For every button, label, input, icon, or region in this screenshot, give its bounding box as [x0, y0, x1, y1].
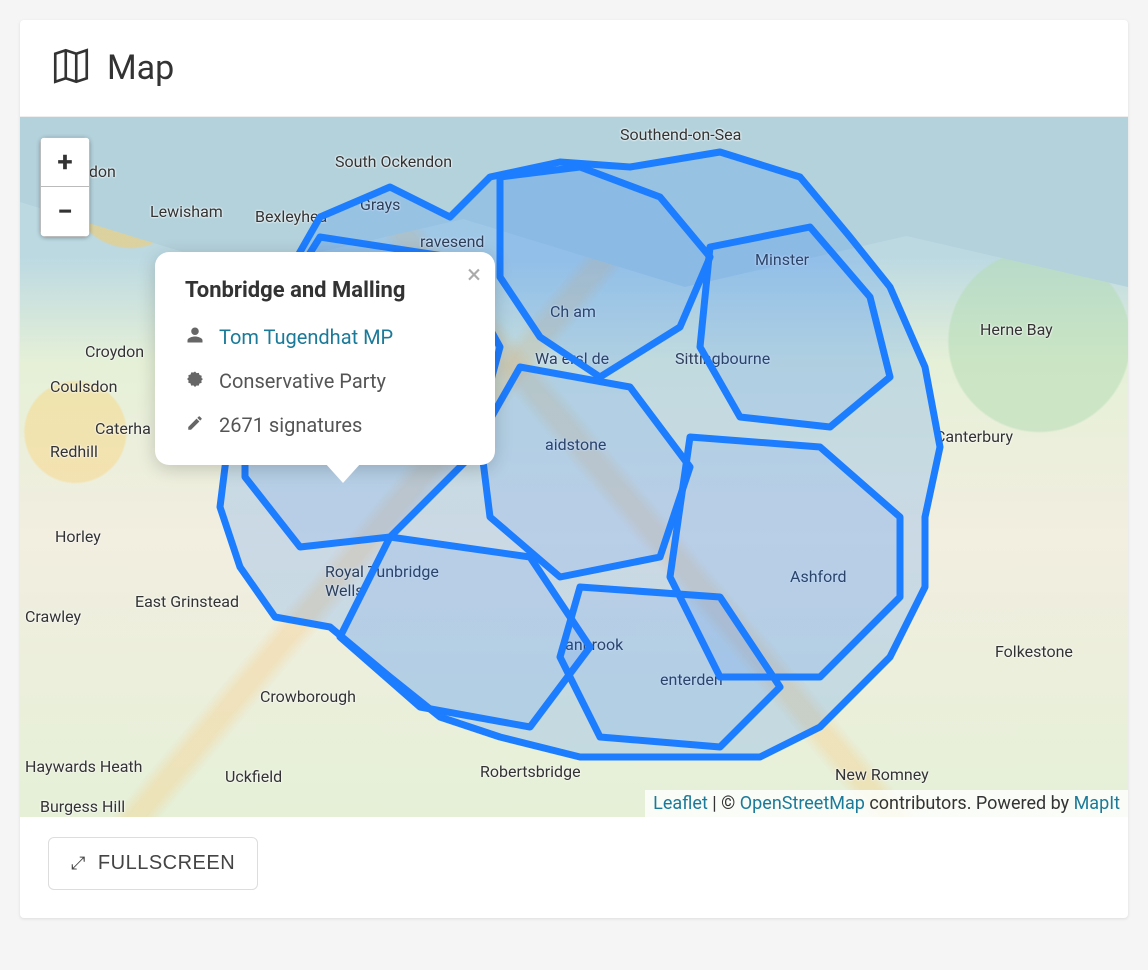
- map-viewport[interactable]: Southend-on-Sea South Ockendon ndon Gray…: [20, 117, 1128, 817]
- constituency-boundaries[interactable]: [20, 117, 1128, 817]
- card-header: Map: [20, 20, 1128, 117]
- card-title: Map: [107, 48, 174, 88]
- map-card: Map Southend-on-Sea South Ockendon ndon …: [20, 20, 1128, 918]
- party-name: Conservative Party: [219, 369, 386, 393]
- mp-link[interactable]: Tom Tugendhat MP: [219, 325, 393, 349]
- fullscreen-label: FULLSCREEN: [98, 852, 235, 875]
- zoom-in-button[interactable]: +: [40, 137, 90, 187]
- expand-icon: ⤢: [71, 853, 86, 874]
- close-icon[interactable]: ×: [467, 262, 481, 288]
- signature-count: 2671 signatures: [219, 413, 362, 437]
- card-footer: ⤢ FULLSCREEN: [20, 817, 1128, 918]
- popup-title: Tonbridge and Malling: [185, 278, 465, 303]
- leaflet-link[interactable]: Leaflet: [653, 793, 708, 814]
- badge-icon: [185, 369, 205, 393]
- osm-link[interactable]: OpenStreetMap: [740, 793, 865, 814]
- zoom-out-button[interactable]: −: [40, 187, 90, 237]
- pencil-icon: [185, 413, 205, 437]
- person-icon: [185, 325, 205, 349]
- popup-mp-row: Tom Tugendhat MP: [185, 325, 465, 349]
- mapit-link[interactable]: MapIt: [1074, 793, 1120, 814]
- fullscreen-button[interactable]: ⤢ FULLSCREEN: [48, 837, 258, 890]
- zoom-control: + −: [40, 137, 90, 237]
- map-attribution: Leaflet | © OpenStreetMap contributors. …: [645, 790, 1128, 817]
- map-icon: [50, 45, 92, 91]
- constituency-popup: × Tonbridge and Malling Tom Tugendhat MP…: [155, 252, 495, 465]
- popup-signatures-row: 2671 signatures: [185, 413, 465, 437]
- popup-party-row: Conservative Party: [185, 369, 465, 393]
